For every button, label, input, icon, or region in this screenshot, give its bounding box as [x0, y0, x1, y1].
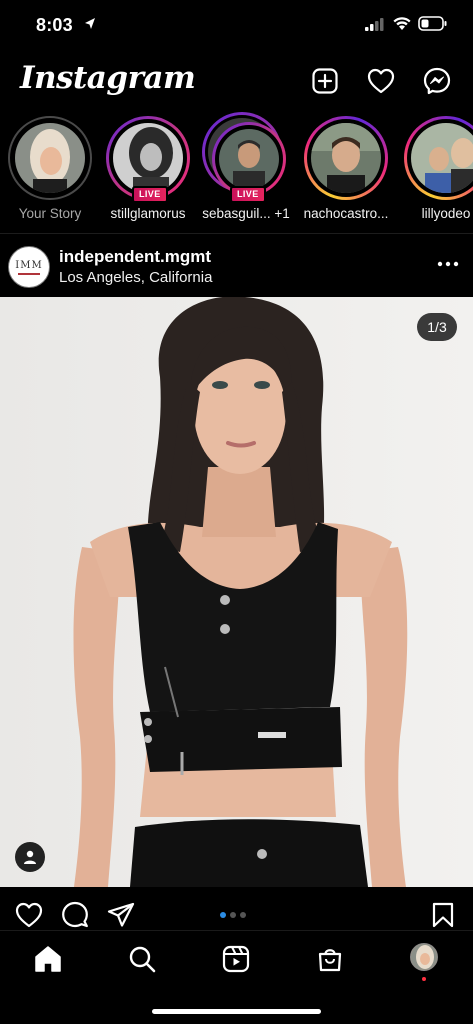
- activity-button[interactable]: [366, 66, 396, 96]
- story-ring: [212, 122, 286, 196]
- person-icon: [24, 850, 36, 864]
- stories-divider: [0, 233, 473, 234]
- story-name: sebasguil... +1: [202, 206, 290, 221]
- reels-icon: [222, 945, 250, 973]
- story-avatar: [311, 123, 381, 193]
- story-ring: [304, 116, 388, 200]
- story-avatar: [411, 123, 473, 193]
- status-time: 8:03: [36, 15, 73, 35]
- story-name: stillglamorus: [110, 206, 186, 221]
- share-button[interactable]: [106, 900, 136, 930]
- story-avatar: [113, 123, 183, 193]
- carousel-dot-active: [220, 912, 226, 918]
- live-badge: LIVE: [230, 186, 266, 203]
- bottom-tab-bar: [0, 930, 473, 1024]
- story-avatar: [15, 123, 85, 193]
- post-image[interactable]: 1/3: [0, 297, 473, 887]
- tagged-people-button[interactable]: [15, 842, 45, 872]
- comment-icon: [62, 901, 88, 928]
- story-name: Your Story: [18, 206, 82, 221]
- paper-plane-icon: [107, 902, 135, 927]
- tab-reels[interactable]: [220, 943, 252, 975]
- location-arrow-icon: [85, 18, 95, 29]
- carousel-counter: 1/3: [417, 313, 457, 341]
- post-header: IMM independent.mgmt Los Angeles, Califo…: [0, 240, 473, 294]
- profile-avatar: [411, 944, 437, 970]
- like-button[interactable]: [14, 900, 44, 930]
- story-ring: [404, 116, 473, 200]
- story-avatar: [219, 129, 279, 189]
- heart-icon: [367, 68, 395, 94]
- story-ring: [8, 116, 92, 200]
- messenger-button[interactable]: [422, 66, 452, 96]
- carousel-indicator: [220, 912, 246, 918]
- app-header: Instagram: [0, 58, 473, 104]
- search-icon: [129, 946, 156, 973]
- tab-home[interactable]: [32, 943, 64, 975]
- tab-search[interactable]: [126, 943, 158, 975]
- story-name: lillyodeo: [421, 206, 471, 221]
- instagram-logo[interactable]: Instagram: [20, 60, 196, 96]
- status-bar: 8:03: [0, 0, 473, 52]
- wifi-icon: [393, 17, 411, 30]
- comment-button[interactable]: [60, 900, 90, 930]
- home-icon: [35, 946, 61, 972]
- post-location[interactable]: Los Angeles, California: [59, 269, 212, 286]
- post-username[interactable]: independent.mgmt: [59, 247, 211, 267]
- cellular-signal-icon: [365, 18, 384, 31]
- stories-tray: Your Story LIVE stillglamorus LIVE sebas…: [0, 112, 473, 230]
- new-post-button[interactable]: [310, 66, 340, 96]
- tab-shop[interactable]: [314, 943, 346, 975]
- tab-profile[interactable]: [410, 943, 438, 971]
- post-avatar[interactable]: IMM: [8, 246, 50, 288]
- avatar-logo-text: IMM: [15, 259, 43, 271]
- model-photo: [0, 297, 473, 887]
- live-badge: LIVE: [132, 186, 168, 203]
- home-indicator[interactable]: [152, 1009, 321, 1014]
- messenger-icon: [423, 67, 451, 95]
- shopping-bag-icon: [318, 949, 342, 972]
- carousel-dot: [240, 912, 246, 918]
- save-button[interactable]: [428, 900, 458, 930]
- story-name: nachocastro...: [303, 206, 389, 221]
- more-options-icon[interactable]: [436, 259, 460, 269]
- add-post-icon: [312, 68, 338, 94]
- carousel-dot: [230, 912, 236, 918]
- notification-dot: [422, 977, 426, 981]
- heart-icon: [15, 902, 43, 928]
- battery-icon: [418, 16, 447, 31]
- bookmark-icon: [432, 902, 454, 928]
